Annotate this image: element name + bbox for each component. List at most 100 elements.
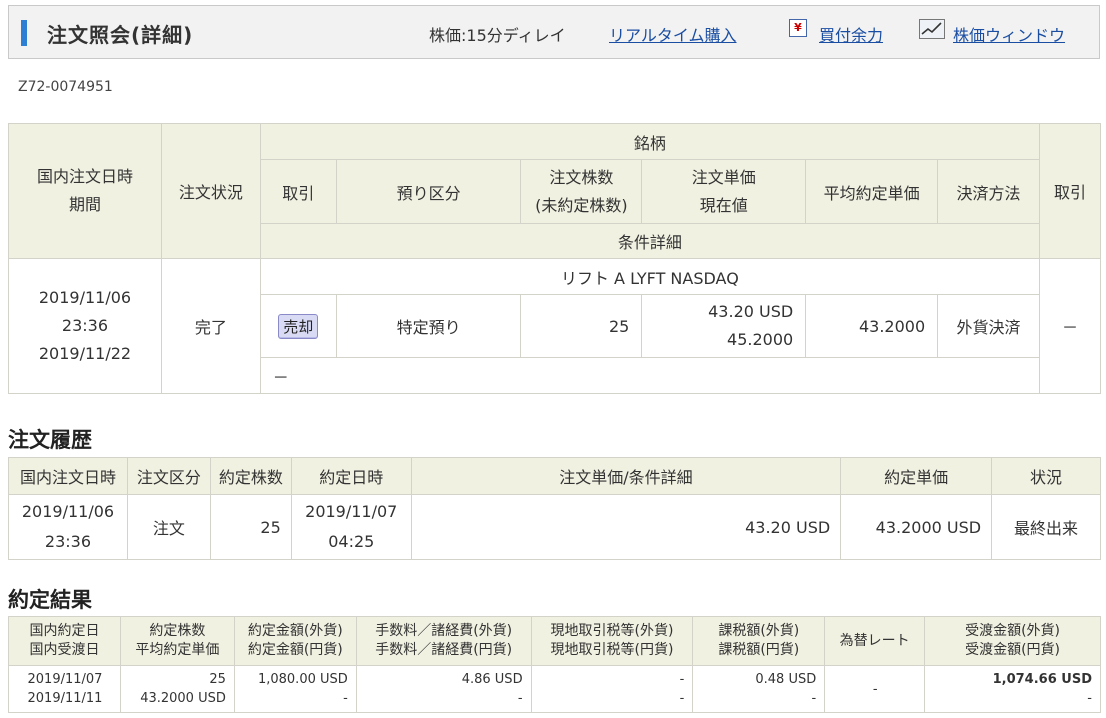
header-unit-price-label: 注文単価 [691,167,756,187]
history-order-datetime: 2019/11/06 23:36 [8,494,128,560]
results-delivery-jpy: - [1087,691,1092,706]
results-header-delivery: 受渡金額(外貨) 受渡金額(円貨) [924,616,1101,666]
results-header-settle-date: 国内受渡日 [29,642,100,658]
results-header-local-tax: 現地取引税等(外貨) 現地取引税等(円貨) [530,616,694,666]
header-custody: 預り区分 [335,159,522,224]
price-delay-notice: 株価:15分ディレイ [429,26,566,45]
security-name: リフト A LYFT NASDAQ [259,258,1041,295]
header-security: 銘柄 [259,123,1041,160]
header-accent-bar [21,20,27,46]
results-delivery-cell: 1,074.66 USD - [924,665,1101,713]
results-header-taxable-fx: 課税額(外貨) [718,623,800,639]
results-header-amount: 約定金額(外貨) 約定金額(円貨) [233,616,357,666]
history-exec-price: 43.2000 USD [840,494,993,560]
results-fee-fx: 4.86 USD [461,672,523,687]
price-window-link[interactable]: 株価ウィンドウ [953,22,1065,46]
header-period-label: 期間 [68,195,101,214]
results-section-title: 約定結果 [8,588,92,612]
order-detail-page: 注文照会(詳細) 株価:15分ディレイ リアルタイム購入 ¥ 買付余力 株価ウィ… [0,0,1106,718]
header-trade: 取引 [259,159,337,224]
results-local-tax-jpy: - [679,691,685,706]
results-header-fee-fx: 手数料／諸経費(外貨) [375,623,513,639]
results-header-fx-rate: 為替レート [824,616,926,666]
order-date: 2019/11/06 [38,288,132,307]
history-exec-datetime: 2019/11/07 04:25 [290,494,412,560]
header-cancel: 取引 [1039,123,1101,259]
results-header-qty-label: 約定株数 [149,623,206,639]
history-order-date: 2019/11/06 [21,502,115,521]
history-header-exec-price: 約定単価 [840,457,993,495]
header-unfilled-qty-label: (未約定株数) [535,195,628,215]
results-exec-date: 2019/11/07 [27,672,103,687]
header-condition: 条件詳細 [259,223,1041,259]
results-settle-date: 2019/11/11 [27,691,103,706]
results-taxable-cell: 0.48 USD - [692,665,826,713]
trade-cell: 売却 [259,294,337,358]
execution-results-table: 国内約定日 国内受渡日 約定株数 平均約定単価 約定金額(外貨) 約定金額(円貨… [8,616,1101,713]
results-header-taxable: 課税額(外貨) 課税額(円貨) [692,616,826,666]
header-current-price-label: 現在値 [699,195,748,215]
realtime-purchase-link[interactable]: リアルタイム購入 [609,22,737,46]
results-fee-cell: 4.86 USD - [355,665,532,713]
results-taxable-jpy: - [811,691,817,706]
history-header-type: 注文区分 [126,457,211,495]
results-qty-cell: 25 43.2000 USD [119,665,235,713]
page-title: 注文照会(詳細) [47,23,194,47]
results-header-qty: 約定株数 平均約定単価 [119,616,235,666]
header-order-datetime: 国内注文日時 期間 [8,123,162,259]
settlement-cell: 外貨決済 [937,294,1040,358]
results-header-avg-price: 平均約定単価 [135,642,220,658]
results-delivery-fx: 1,074.66 USD [992,672,1092,687]
sell-badge: 売却 [278,313,319,339]
results-header-local-tax-fx: 現地取引税等(外貨) [550,623,674,639]
results-local-tax-fx: - [679,672,685,687]
history-status: 最終出来 [991,494,1101,560]
header-settlement: 決済方法 [937,159,1040,224]
history-header-exec-datetime: 約定日時 [290,457,412,495]
header-qty: 注文株数 (未約定株数) [520,159,643,224]
history-header-qty: 約定株数 [209,457,292,495]
header-status: 注文状況 [160,123,261,259]
price-cell: 43.20 USD 45.2000 [641,294,807,358]
results-amount-jpy: - [343,691,348,706]
history-section-title: 注文履歴 [8,428,92,452]
chart-line-icon [921,22,942,35]
history-order-time: 23:36 [44,532,92,551]
page-header: 注文照会(詳細) 株価:15分ディレイ リアルタイム購入 ¥ 買付余力 株価ウィ… [8,5,1100,59]
condition-cell: － [259,357,1041,394]
order-datetime-cell: 2019/11/06 23:36 2019/11/22 [8,258,162,394]
order-status: 完了 [160,258,261,394]
results-taxable-fx: 0.48 USD [755,672,817,687]
results-local-tax-cell: - - [530,665,694,713]
results-avg-price: 43.2000 USD [140,691,226,706]
history-exec-time: 04:25 [328,532,375,551]
results-header-amount-fx: 約定金額(外貨) [247,623,343,639]
order-history-table: 国内注文日時 注文区分 約定株数 約定日時 注文単価/条件詳細 約定単価 状況 … [8,457,1101,560]
results-header-dates: 国内約定日 国内受渡日 [8,616,121,666]
chart-window-icon[interactable] [919,19,945,39]
buying-power-link[interactable]: 買付余力 [819,22,883,46]
history-price: 43.20 USD [410,494,842,560]
unit-price: 43.20 USD [708,302,794,321]
history-header-order-datetime: 国内注文日時 [8,457,128,495]
yen-icon[interactable]: ¥ [789,19,807,37]
results-qty: 25 [209,672,226,687]
results-header-delivery-fx: 受渡金額(外貨) [965,623,1061,639]
order-period: 2019/11/22 [38,344,132,363]
results-dates: 2019/11/07 2019/11/11 [8,665,121,713]
results-header-taxable-jpy: 課税額(円貨) [718,642,800,658]
results-header-amount-jpy: 約定金額(円貨) [247,642,343,658]
results-header-fee-jpy: 手数料／諸経費(円貨) [375,642,513,658]
current-price: 45.2000 [727,330,794,349]
results-header-fee: 手数料／諸経費(外貨) 手数料／諸経費(円貨) [355,616,532,666]
history-type: 注文 [126,494,211,560]
results-header-local-tax-jpy: 現地取引税等(円貨) [550,642,674,658]
results-amount-cell: 1,080.00 USD - [233,665,357,713]
history-header-status: 状況 [991,457,1101,495]
header-qty-label: 注文株数 [549,167,614,187]
header-avg-price: 平均約定単価 [805,159,939,224]
results-fee-jpy: - [517,691,523,706]
cancel-cell: － [1039,258,1101,394]
custody-cell: 特定預り [335,294,522,358]
history-header-price-condition: 注文単価/条件詳細 [410,457,842,495]
